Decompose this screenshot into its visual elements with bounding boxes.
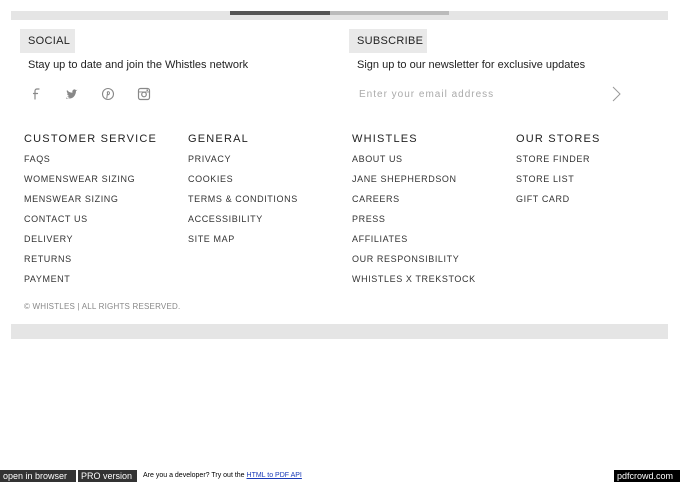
html-to-pdf-api-link[interactable]: HTML to PDF API	[247, 472, 302, 479]
footer-link-terms[interactable]: TERMS & CONDITIONS	[188, 193, 298, 213]
footer-link-returns[interactable]: RETURNS	[24, 253, 135, 273]
our-stores-list: STORE FINDER STORE LIST GIFT CARD	[516, 153, 590, 213]
social-heading: SOCIAL	[20, 29, 75, 53]
footer-link-about-us[interactable]: ABOUT US	[352, 153, 476, 173]
developer-text: Are you a developer? Try out the HTML to…	[143, 471, 302, 481]
footer-link-our-responsibility[interactable]: OUR RESPONSIBILITY	[352, 253, 476, 273]
subscribe-heading: SUBSCRIBE	[349, 29, 427, 53]
footer-link-careers[interactable]: CAREERS	[352, 193, 476, 213]
footer-link-payment[interactable]: PAYMENT	[24, 273, 135, 293]
footer-link-menswear-sizing[interactable]: MENSWEAR SIZING	[24, 193, 135, 213]
customer-service-list: FAQS WOMENSWEAR SIZING MENSWEAR SIZING C…	[24, 153, 135, 293]
pro-version-button[interactable]: PRO version	[78, 470, 137, 482]
footer-link-store-finder[interactable]: STORE FINDER	[516, 153, 590, 173]
image-fragment-dark	[230, 11, 330, 15]
social-tagline: Stay up to date and join the Whistles ne…	[28, 59, 249, 71]
footer-link-cookies[interactable]: COOKIES	[188, 173, 298, 193]
facebook-icon[interactable]	[28, 86, 44, 102]
pdfcrowd-bar: open in browser PRO version Are you a de…	[0, 470, 680, 482]
top-image-strip	[11, 11, 668, 20]
customer-service-title: CUSTOMER SERVICE	[24, 133, 158, 145]
copyright: © WHISTLES | ALL RIGHTS RESERVED.	[24, 302, 181, 311]
developer-text-label: Are you a developer? Try out the	[143, 472, 245, 479]
footer-link-site-map[interactable]: SITE MAP	[188, 233, 298, 253]
twitter-icon[interactable]	[64, 86, 80, 102]
footer-link-privacy[interactable]: PRIVACY	[188, 153, 298, 173]
footer-link-whistles-x-trekstock[interactable]: WHISTLES X TREKSTOCK	[352, 273, 476, 293]
pinterest-icon[interactable]	[100, 86, 116, 102]
chevron-right-icon[interactable]	[607, 84, 627, 104]
footer-link-press[interactable]: PRESS	[352, 213, 476, 233]
footer-link-affiliates[interactable]: AFFILIATES	[352, 233, 476, 253]
subscribe-tagline: Sign up to our newsletter for exclusive …	[357, 59, 586, 71]
open-in-browser-button[interactable]: open in browser	[0, 470, 76, 482]
footer-link-womenswear-sizing[interactable]: WOMENSWEAR SIZING	[24, 173, 135, 193]
footer-link-store-list[interactable]: STORE LIST	[516, 173, 590, 193]
instagram-icon[interactable]	[136, 86, 152, 102]
our-stores-title: OUR STORES	[516, 133, 601, 145]
general-title: GENERAL	[188, 133, 249, 145]
footer-link-contact-us[interactable]: CONTACT US	[24, 213, 135, 233]
pdfcrowd-brand[interactable]: pdfcrowd.com	[614, 470, 680, 482]
whistles-list: ABOUT US JANE SHEPHERDSON CAREERS PRESS …	[352, 153, 476, 293]
bottom-strip	[11, 324, 668, 339]
general-list: PRIVACY COOKIES TERMS & CONDITIONS ACCES…	[188, 153, 298, 253]
footer-link-delivery[interactable]: DELIVERY	[24, 233, 135, 253]
whistles-title: WHISTLES	[352, 133, 418, 145]
footer-link-jane-shepherdson[interactable]: JANE SHEPHERDSON	[352, 173, 476, 193]
footer-link-faqs[interactable]: FAQS	[24, 153, 135, 173]
footer-link-gift-card[interactable]: GIFT CARD	[516, 193, 590, 213]
email-input[interactable]	[357, 84, 631, 104]
image-fragment-light	[330, 11, 449, 15]
footer-link-accessibility[interactable]: ACCESSIBILITY	[188, 213, 298, 233]
